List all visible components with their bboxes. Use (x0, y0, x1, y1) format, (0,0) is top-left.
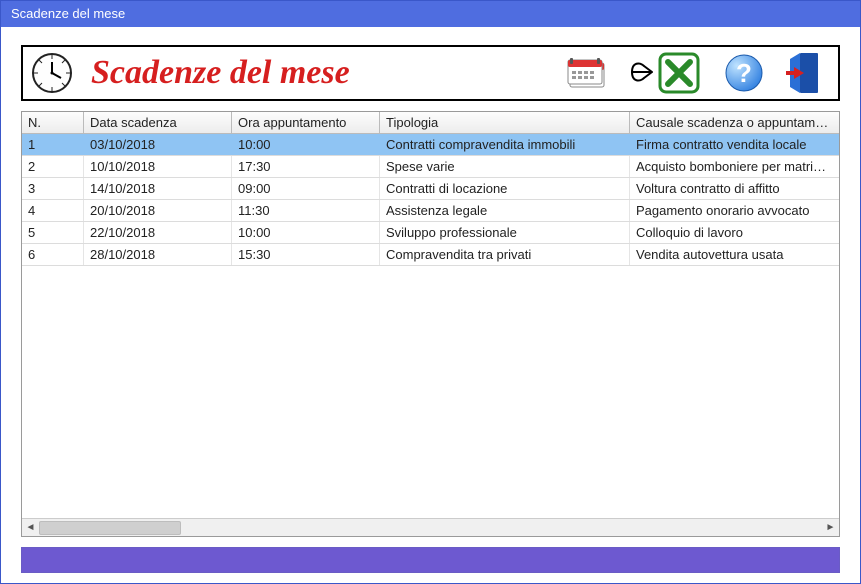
col-time[interactable]: Ora appuntamento (232, 112, 380, 133)
cell: Contratti di locazione (380, 178, 630, 199)
client-area: Scadenze del mese (1, 27, 860, 583)
cell: 28/10/2018 (84, 244, 232, 265)
table-row[interactable]: 420/10/201811:30Assistenza legalePagamen… (22, 200, 839, 222)
table-row[interactable]: 522/10/201810:00Sviluppo professionaleCo… (22, 222, 839, 244)
status-bar (21, 547, 840, 573)
page-title: Scadenze del mese (83, 54, 358, 92)
cell: 17:30 (232, 156, 380, 177)
header-panel: Scadenze del mese (21, 45, 840, 101)
cell: 22/10/2018 (84, 222, 232, 243)
table-row[interactable]: 314/10/201809:00Contratti di locazioneVo… (22, 178, 839, 200)
scroll-right-arrow[interactable]: ► (822, 519, 839, 536)
col-type[interactable]: Tipologia (380, 112, 630, 133)
data-grid: N. Data scadenza Ora appuntamento Tipolo… (21, 111, 840, 537)
help-button[interactable]: ? (724, 53, 764, 93)
titlebar[interactable]: Scadenze del mese (1, 1, 860, 27)
cell: 09:00 (232, 178, 380, 199)
cell: 3 (22, 178, 84, 199)
cell: Acquisto bomboniere per matrimonio (630, 156, 839, 177)
cell: Vendita autovettura usata (630, 244, 839, 265)
cell: 10:00 (232, 222, 380, 243)
cell: 03/10/2018 (84, 134, 232, 155)
cell: Assistenza legale (380, 200, 630, 221)
col-date[interactable]: Data scadenza (84, 112, 232, 133)
cell: Colloquio di lavoro (630, 222, 839, 243)
cell: 2 (22, 156, 84, 177)
grid-body: 103/10/201810:00Contratti compravendita … (22, 134, 839, 518)
cell: Pagamento onorario avvocato (630, 200, 839, 221)
cell: 1 (22, 134, 84, 155)
cell: Firma contratto vendita locale (630, 134, 839, 155)
cell: 4 (22, 200, 84, 221)
exit-button[interactable] (786, 51, 826, 95)
export-excel-button[interactable] (630, 52, 702, 94)
cell: 20/10/2018 (84, 200, 232, 221)
cell: 10/10/2018 (84, 156, 232, 177)
clock-icon (31, 52, 73, 94)
cell: 15:30 (232, 244, 380, 265)
table-row[interactable]: 628/10/201815:30Compravendita tra privat… (22, 244, 839, 266)
window-title: Scadenze del mese (11, 6, 125, 21)
cell: 6 (22, 244, 84, 265)
svg-text:?: ? (736, 58, 752, 88)
cell: Voltura contratto di affitto (630, 178, 839, 199)
col-cause[interactable]: Causale scadenza o appuntamento (630, 112, 839, 133)
grid-header: N. Data scadenza Ora appuntamento Tipolo… (22, 112, 839, 134)
cell: Compravendita tra privati (380, 244, 630, 265)
cell: 14/10/2018 (84, 178, 232, 199)
scroll-thumb[interactable] (39, 521, 181, 535)
cell: 10:00 (232, 134, 380, 155)
cell: 11:30 (232, 200, 380, 221)
col-number[interactable]: N. (22, 112, 84, 133)
table-row[interactable]: 103/10/201810:00Contratti compravendita … (22, 134, 839, 156)
cell: 5 (22, 222, 84, 243)
scroll-track[interactable] (39, 519, 822, 536)
table-row[interactable]: 210/10/201817:30Spese varieAcquisto bomb… (22, 156, 839, 178)
cell: Spese varie (380, 156, 630, 177)
calendar-icon[interactable] (566, 53, 608, 93)
cell: Contratti compravendita immobili (380, 134, 630, 155)
horizontal-scrollbar[interactable]: ◄ ► (22, 518, 839, 536)
cell: Sviluppo professionale (380, 222, 630, 243)
scroll-left-arrow[interactable]: ◄ (22, 519, 39, 536)
app-window: Scadenze del mese (0, 0, 861, 584)
toolbar: ? (566, 51, 830, 95)
